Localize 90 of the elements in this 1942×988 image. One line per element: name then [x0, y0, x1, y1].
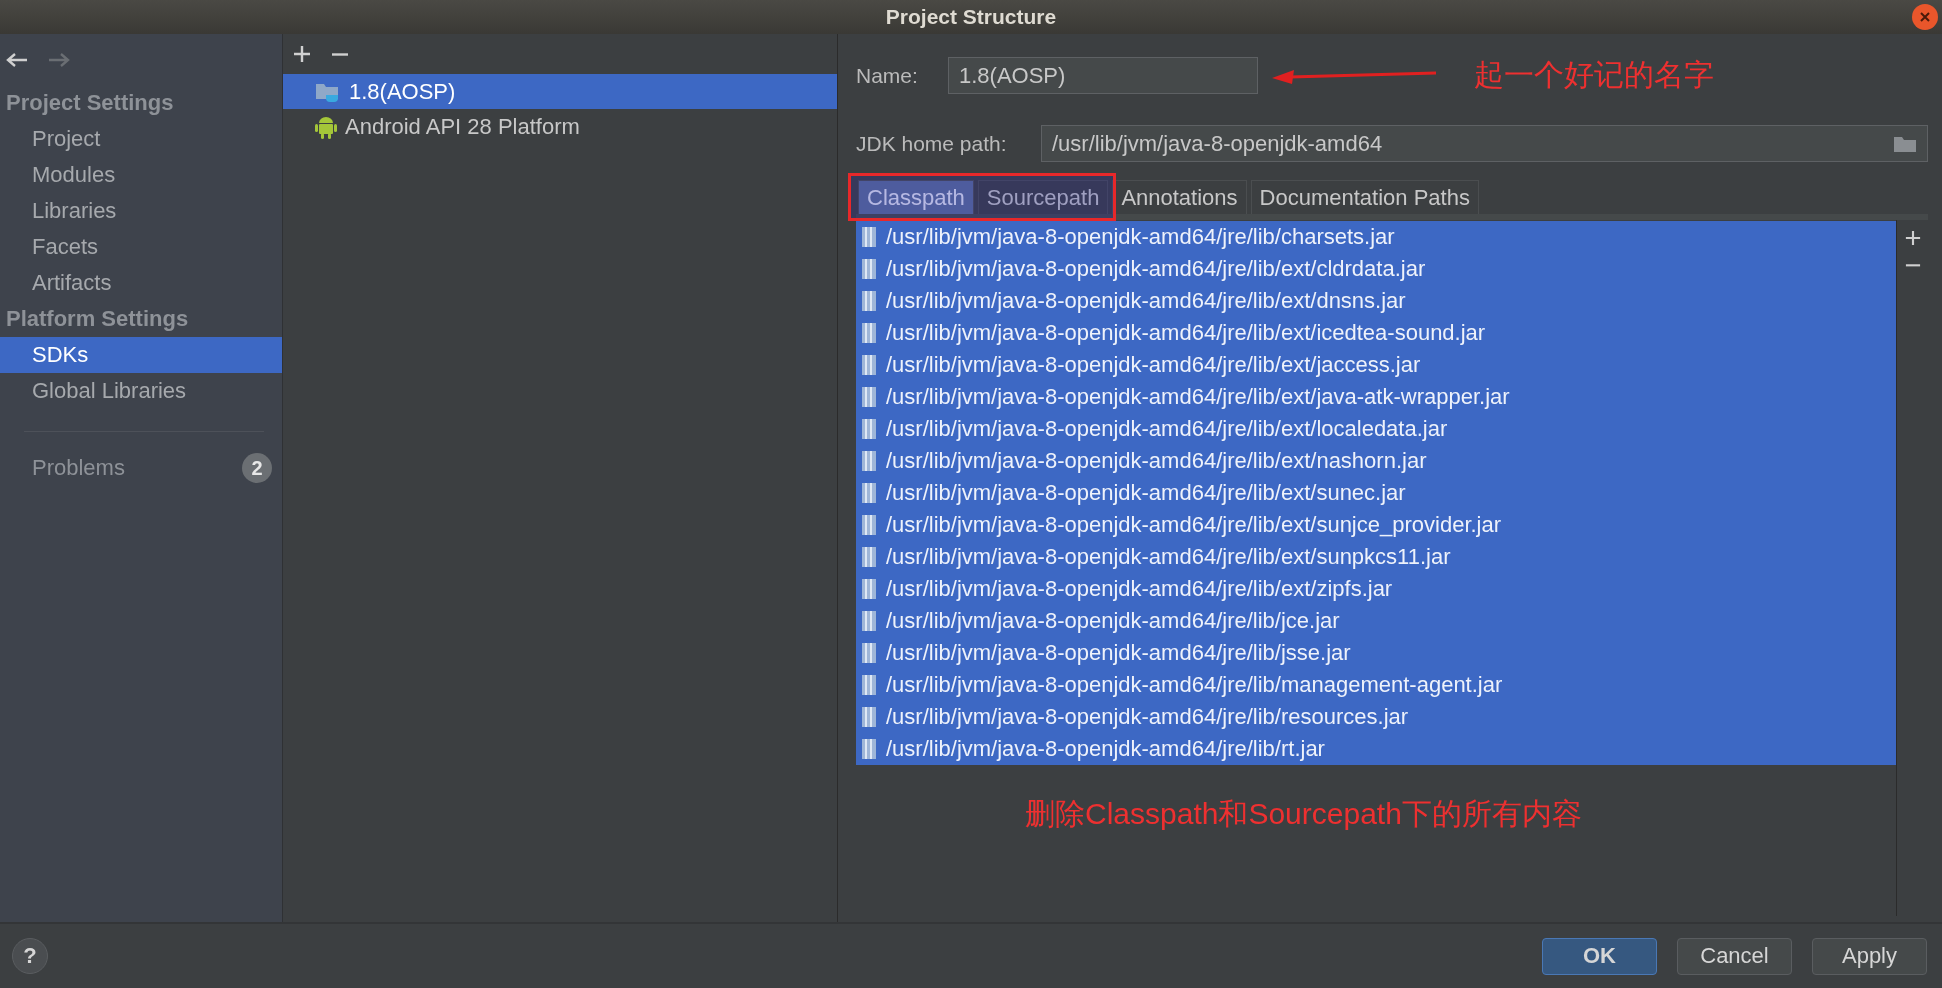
home-path-label: JDK home path:: [856, 131, 1008, 156]
sidebar-item[interactable]: Facets: [0, 229, 282, 265]
sidebar-item[interactable]: Project: [0, 121, 282, 157]
sdk-item[interactable]: Android API 28 Platform: [283, 109, 837, 144]
close-button[interactable]: [1912, 4, 1938, 30]
path-row[interactable]: /usr/lib/jvm/java-8-openjdk-amd64/jre/lib/ext/sunpkcs11.jar: [856, 541, 1896, 573]
path-row[interactable]: /usr/lib/jvm/java-8-openjdk-amd64/jre/lib/ext/java-atk-wrapper.jar: [856, 381, 1896, 413]
path-row[interactable]: /usr/lib/jvm/java-8-openjdk-amd64/jre/lib/ext/sunjce_provider.jar: [856, 509, 1896, 541]
count-badge: 2: [242, 453, 272, 483]
sidebar-item[interactable]: Modules: [0, 157, 282, 193]
jar-icon: [862, 707, 876, 727]
path-text: /usr/lib/jvm/java-8-openjdk-amd64/jre/lib/ext/icedtea-sound.jar: [886, 320, 1486, 346]
section-header: Project Settings: [5, 89, 175, 117]
path-row[interactable]: /usr/lib/jvm/java-8-openjdk-amd64/jre/lib/jsse.jar: [856, 637, 1896, 669]
annotation-text: 删除Classpath和Sourcepath下的所有内容: [1025, 796, 1582, 832]
path-row[interactable]: /usr/lib/jvm/java-8-openjdk-amd64/jre/lib/jce.jar: [856, 605, 1896, 637]
path-row[interactable]: /usr/lib/jvm/java-8-openjdk-amd64/jre/lib/rt.jar: [856, 733, 1896, 765]
remove-button[interactable]: [1904, 264, 1921, 267]
path-row[interactable]: /usr/lib/jvm/java-8-openjdk-amd64/jre/lib/ext/icedtea-sound.jar: [856, 317, 1896, 349]
path-text: /usr/lib/jvm/java-8-openjdk-amd64/jre/lib/charsets.jar: [886, 224, 1395, 250]
path-text: /usr/lib/jvm/java-8-openjdk-amd64/jre/lib/jce.jar: [886, 608, 1340, 634]
path-text: /usr/lib/jvm/java-8-openjdk-amd64/jre/lib/ext/zipfs.jar: [886, 576, 1393, 602]
tab[interactable]: Documentation Paths: [1250, 180, 1479, 214]
sidebar-item[interactable]: Global Libraries: [0, 373, 282, 409]
jar-icon: [862, 387, 876, 407]
remove-button[interactable]: [331, 52, 349, 56]
folder-icon[interactable]: [1893, 134, 1917, 153]
name-label: Name:: [856, 63, 919, 88]
jar-icon: [862, 419, 876, 439]
problems-label: Problems: [32, 455, 125, 481]
add-button[interactable]: [293, 45, 311, 63]
dialog-button[interactable]: OK: [1542, 937, 1657, 975]
help-button[interactable]: ?: [12, 938, 48, 974]
jar-icon: [862, 579, 876, 599]
path-text: /usr/lib/jvm/java-8-openjdk-amd64/jre/lib/ext/dnsns.jar: [886, 288, 1406, 314]
path-row[interactable]: /usr/lib/jvm/java-8-openjdk-amd64/jre/lib/ext/dnsns.jar: [856, 285, 1896, 317]
name-field[interactable]: 1.8(AOSP): [948, 57, 1258, 94]
path-row[interactable]: /usr/lib/jvm/java-8-openjdk-amd64/jre/lib/ext/localedata.jar: [856, 413, 1896, 445]
jar-icon: [862, 515, 876, 535]
jar-icon: [862, 291, 876, 311]
jar-icon: [862, 547, 876, 567]
jar-icon: [862, 483, 876, 503]
path-row[interactable]: /usr/lib/jvm/java-8-openjdk-amd64/jre/lib/ext/sunec.jar: [856, 477, 1896, 509]
path-text: /usr/lib/jvm/java-8-openjdk-amd64/jre/lib/ext/nashorn.jar: [886, 448, 1427, 474]
sidebar-item[interactable]: Artifacts: [0, 265, 282, 301]
jar-icon: [862, 739, 876, 759]
path-text: /usr/lib/jvm/java-8-openjdk-amd64/jre/lib/ext/jaccess.jar: [886, 352, 1421, 378]
path-text: /usr/lib/jvm/java-8-openjdk-amd64/jre/lib/ext/java-atk-wrapper.jar: [886, 384, 1510, 410]
jar-icon: [862, 675, 876, 695]
path-row[interactable]: /usr/lib/jvm/java-8-openjdk-amd64/jre/lib/ext/jaccess.jar: [856, 349, 1896, 381]
path-row[interactable]: /usr/lib/jvm/java-8-openjdk-amd64/jre/lib/ext/cldrdata.jar: [856, 253, 1896, 285]
jar-icon: [862, 227, 876, 247]
tab[interactable]: Classpath: [858, 180, 974, 214]
sidebar-item[interactable]: Libraries: [0, 193, 282, 229]
path-text: /usr/lib/jvm/java-8-openjdk-amd64/jre/lib/resources.jar: [886, 704, 1409, 730]
sdk-item[interactable]: 1.8(AOSP): [283, 74, 837, 109]
jar-icon: [862, 259, 876, 279]
dialog-button[interactable]: Cancel: [1677, 937, 1792, 975]
path-text: /usr/lib/jvm/java-8-openjdk-amd64/jre/lib/rt.jar: [886, 736, 1325, 762]
path-text: /usr/lib/jvm/java-8-openjdk-amd64/jre/lib/jsse.jar: [886, 640, 1351, 666]
jar-icon: [862, 451, 876, 471]
path-text: /usr/lib/jvm/java-8-openjdk-amd64/jre/lib/management-agent.jar: [886, 672, 1503, 698]
path-row[interactable]: /usr/lib/jvm/java-8-openjdk-amd64/jre/lib/resources.jar: [856, 701, 1896, 733]
sdk-label: Android API 28 Platform: [345, 113, 580, 140]
path-row[interactable]: /usr/lib/jvm/java-8-openjdk-amd64/jre/lib/ext/nashorn.jar: [856, 445, 1896, 477]
add-button[interactable]: [1904, 230, 1921, 246]
jar-icon: [862, 611, 876, 631]
path-text: /usr/lib/jvm/java-8-openjdk-amd64/jre/lib/ext/sunjce_provider.jar: [886, 512, 1502, 538]
jar-icon: [862, 323, 876, 343]
home-path-field[interactable]: /usr/lib/jvm/java-8-openjdk-amd64: [1041, 125, 1928, 162]
path-row[interactable]: /usr/lib/jvm/java-8-openjdk-amd64/jre/lib/charsets.jar: [856, 221, 1896, 253]
window-title: Project Structure: [885, 5, 1057, 29]
sidebar-item[interactable]: SDKs: [0, 337, 282, 373]
jar-icon: [862, 355, 876, 375]
close-icon: [1919, 11, 1931, 23]
tab[interactable]: Annotations: [1112, 180, 1247, 214]
annotation-text: 起一个好记的名字: [1474, 57, 1714, 93]
dialog-button[interactable]: Apply: [1812, 937, 1927, 975]
sdk-label: 1.8(AOSP): [349, 78, 456, 105]
path-row[interactable]: /usr/lib/jvm/java-8-openjdk-amd64/jre/lib/ext/zipfs.jar: [856, 573, 1896, 605]
android-icon: [315, 114, 337, 139]
path-row[interactable]: /usr/lib/jvm/java-8-openjdk-amd64/jre/lib/management-agent.jar: [856, 669, 1896, 701]
path-text: /usr/lib/jvm/java-8-openjdk-amd64/jre/lib/ext/sunec.jar: [886, 480, 1406, 506]
jar-icon: [862, 643, 876, 663]
section-header: Platform Settings: [5, 305, 190, 333]
tab[interactable]: Sourcepath: [977, 180, 1109, 214]
path-text: /usr/lib/jvm/java-8-openjdk-amd64/jre/lib/ext/localedata.jar: [886, 416, 1448, 442]
problems-item[interactable]: Problems 2: [0, 450, 282, 486]
path-text: /usr/lib/jvm/java-8-openjdk-amd64/jre/lib/ext/sunpkcs11.jar: [886, 544, 1451, 570]
path-text: /usr/lib/jvm/java-8-openjdk-amd64/jre/lib/ext/cldrdata.jar: [886, 256, 1426, 282]
